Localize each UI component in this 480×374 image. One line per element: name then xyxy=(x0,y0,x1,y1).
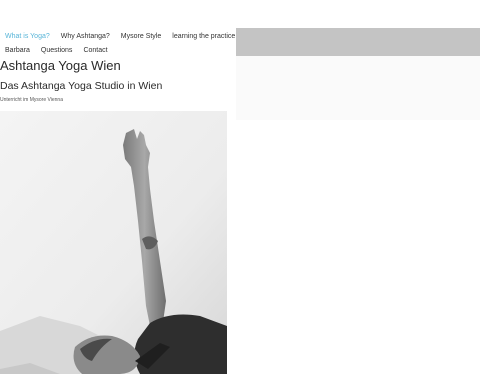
site-title[interactable]: Ashtanga Yoga Wien xyxy=(0,58,121,73)
yoga-photo-icon xyxy=(0,111,227,374)
nav-row-primary: What is Yoga? Why Ashtanga? Mysore Style… xyxy=(0,30,241,42)
nav-item-contact[interactable]: Contact xyxy=(83,47,107,54)
hero-image xyxy=(0,111,227,374)
site-tagline: Unterricht im Mysore Vienna xyxy=(0,97,63,103)
nav-item-why-ashtanga[interactable]: Why Ashtanga? xyxy=(61,33,110,40)
nav-item-what-is-yoga[interactable]: What is Yoga? xyxy=(5,33,50,40)
site-subtitle: Das Ashtanga Yoga Studio in Wien xyxy=(0,80,163,92)
nav-item-learning-the-practice[interactable]: learning the practice xyxy=(172,33,235,40)
page: What is Yoga? Why Ashtanga? Mysore Style… xyxy=(0,0,480,374)
nav-row-secondary: Barbara Questions Contact xyxy=(0,44,114,56)
nav-item-mysore-style[interactable]: Mysore Style xyxy=(121,33,161,40)
nav-item-barbara[interactable]: Barbara xyxy=(5,47,30,54)
navigation-bar-extension xyxy=(236,28,480,56)
header-side-panel xyxy=(236,56,480,120)
nav-item-questions[interactable]: Questions xyxy=(41,47,73,54)
